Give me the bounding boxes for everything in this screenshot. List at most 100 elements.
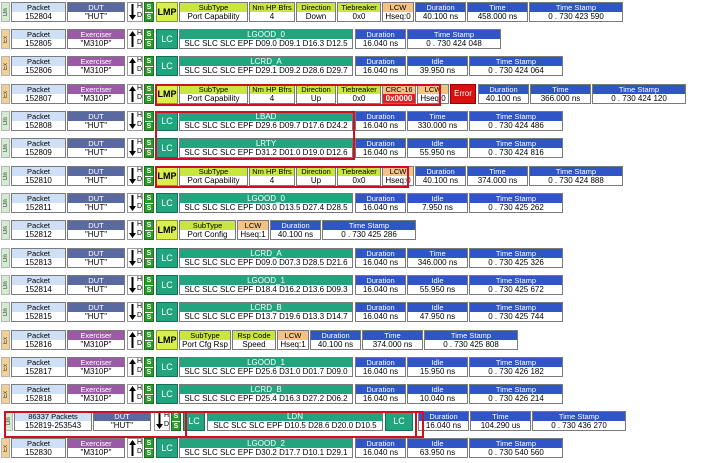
direction-tag-text: Dn: [3, 254, 9, 262]
packet-row[interactable]: Ex Packet 152818 Exerciser "M310P" H D S S LC LCRD…: [0, 384, 714, 404]
link-command-symbol-value: SLC SLC SLC EPF D13.7 D19.6 D13.3 D14.7: [180, 312, 352, 321]
lc-block[interactable]: LC: [183, 411, 205, 431]
packet-row[interactable]: Ex Packet 152807 Exerciser "M310P" H D S S LMP Sub…: [0, 84, 714, 104]
packet-number[interactable]: Packet 152806: [11, 56, 66, 76]
lmp-block[interactable]: LMP: [156, 84, 178, 104]
lc-block[interactable]: LC: [156, 56, 178, 76]
direction-tag: Dn: [1, 302, 10, 322]
packet-row[interactable]: Ex Packet 152830 Exerciser "M310P" H D S S LC LGOO…: [0, 438, 714, 458]
lmp-block[interactable]: LMP: [156, 2, 178, 22]
time-duration-value: 16.040 ns: [356, 394, 405, 403]
data-flag: D: [137, 340, 143, 347]
lc-block[interactable]: LC: [156, 29, 178, 49]
lc-block[interactable]: LC: [156, 111, 178, 131]
device-cell-value: "HUT": [68, 230, 124, 239]
lmp-direction-label: Direction: [297, 85, 335, 94]
packet-row[interactable]: Ex Packet 152817 Exerciser "M310P" H D S S LC LGOO…: [0, 357, 714, 377]
lmp-subtype: SubType Port Capability: [179, 166, 248, 186]
time-duration-value: 16.040 ns: [356, 121, 405, 130]
packet-number[interactable]: Packet 152805: [11, 29, 66, 49]
link-command-symbol[interactable]: LGOOD_0 SLC SLC SLC EPF D03.0 D13.5 D27.4…: [179, 193, 353, 213]
status-s-top: S: [145, 249, 153, 259]
lmp-block[interactable]: LMP: [156, 330, 178, 350]
time-time-stamp-label: Time Stamp: [425, 331, 517, 340]
link-command-symbol[interactable]: LCRD_A SLC SLC SLC EPF D09.0 D07.3 D28.5 …: [179, 248, 353, 268]
packet-row[interactable]: Dn Packet 152814 DUT "HUT" H D S S LC LGOOD_1 SLC S…: [0, 275, 714, 295]
packet-row[interactable]: Dn 86337 Packets 152819-253543 DUT "HUT" H D S S…: [0, 411, 714, 431]
lc-block[interactable]: LC: [156, 193, 178, 213]
device-cell-label: DUT: [68, 249, 124, 258]
lc-block[interactable]: LC: [156, 302, 178, 322]
lc-block[interactable]: LC: [156, 438, 178, 458]
arrow-down-icon: [129, 4, 136, 20]
lc-block[interactable]: LC: [156, 138, 178, 158]
packet-number-label: 86337 Packets: [15, 412, 91, 421]
lmp-tiebreaker-value: 0x0: [338, 12, 380, 21]
packet-row[interactable]: Dn Packet 152813 DUT "HUT" H D S S LC LCRD_A SLC SL…: [0, 248, 714, 268]
device-cell-value: "HUT": [68, 312, 124, 321]
packet-row[interactable]: Dn Packet 152809 DUT "HUT" H D S S LC LRTY SLC SLC …: [0, 138, 714, 158]
error-badge[interactable]: Error: [450, 84, 476, 104]
crc-field: CRC-16 0x0000: [382, 84, 416, 104]
link-command-symbol[interactable]: LCRD_A SLC SLC SLC EPF D29.1 D09.2 D28.6 …: [179, 56, 353, 76]
packet-number[interactable]: Packet 152813: [11, 248, 66, 268]
packet-number[interactable]: Packet 152830: [11, 438, 66, 458]
link-command-symbol[interactable]: LGOOD_0 SLC SLC SLC EPF D09.0 D09.1 D16.3…: [179, 29, 353, 49]
lc-block[interactable]: LC: [156, 357, 178, 377]
link-command-symbol[interactable]: LGOOD_1 SLC SLC SLC EPF D18.4 D16.2 D13.6…: [179, 275, 353, 295]
lcw-field-label: LCW: [418, 85, 448, 94]
lc-block[interactable]: LC: [156, 248, 178, 268]
packet-number-value: 152816: [12, 340, 65, 349]
link-command-symbol[interactable]: LRTY SLC SLC SLC EPF D31.2 D01.0 D19.0 D1…: [179, 138, 353, 158]
lmp-block[interactable]: LMP: [156, 166, 178, 186]
lmp-block[interactable]: LMP: [156, 220, 178, 240]
link-direction-cell: HD: [154, 411, 170, 431]
packet-row[interactable]: Ex Packet 152805 Exerciser "M310P" H D S S LC LGOO…: [0, 29, 714, 49]
device-cell-label: DUT: [68, 194, 124, 203]
lmp-subtype-label: SubType: [180, 3, 247, 12]
device-cell-value: "HUT": [68, 176, 124, 185]
link-command-symbol[interactable]: LGOOD_1 SLC SLC SLC EPF D25.6 D31.0 D01.7…: [179, 357, 353, 377]
lmp-tiebreaker-label: Tiebreaker: [338, 85, 380, 94]
packet-number[interactable]: Packet 152808: [11, 111, 66, 131]
link-command-symbol[interactable]: LDN SLC SLC SLC EPF D10.5 D28.6 D20.0 D10…: [207, 411, 383, 431]
packet-number[interactable]: Packet 152816: [11, 330, 66, 350]
packet-row[interactable]: Dn Packet 152811 DUT "HUT" H D S S LC LGOOD_0 SLC S…: [0, 193, 714, 213]
link-command-symbol[interactable]: LCRD_B SLC SLC SLC EPF D25.4 D16.3 D27.2 …: [179, 384, 353, 404]
packet-row[interactable]: Ex Packet 152806 Exerciser "M310P" H D S S LC LCRD…: [0, 56, 714, 76]
packet-number[interactable]: Packet 152804: [11, 2, 66, 22]
packet-number[interactable]: Packet 152812: [11, 220, 66, 240]
packet-number[interactable]: Packet 152811: [11, 193, 66, 213]
time-duration-value: 16.040 ns: [356, 285, 405, 294]
packet-number[interactable]: Packet 152818: [11, 384, 66, 404]
arrow-up-icon: [129, 386, 136, 402]
link-command-symbol[interactable]: LGOOD_2 SLC SLC SLC EPF D30.2 D17.7 D10.1…: [179, 438, 353, 458]
lc-block[interactable]: LC: [156, 275, 178, 295]
lmp-subtype-value: Port Capability: [180, 94, 247, 103]
packet-row[interactable]: Ex Packet 152816 Exerciser "M310P" H D S S LMP Sub…: [0, 330, 714, 350]
device-cell-label: Exerciser: [68, 30, 124, 39]
packet-number[interactable]: Packet 152815: [11, 302, 66, 322]
packet-row[interactable]: Dn Packet 152808 DUT "HUT" H D S S LC LBAD SLC SLC …: [0, 111, 714, 131]
symbol-status-cell: SS: [144, 2, 154, 22]
lc-block-end[interactable]: LC: [385, 411, 413, 431]
packet-number[interactable]: Packet 152814: [11, 275, 66, 295]
direction-tag-text: Dn: [3, 199, 9, 207]
link-command-symbol[interactable]: LBAD SLC SLC SLC EPF D29.6 D09.7 D17.6 D2…: [179, 111, 353, 131]
packet-row[interactable]: Dn Packet 152812 DUT "HUT" H D S S LMP SubType Port…: [0, 220, 714, 240]
packet-number[interactable]: Packet 152810: [11, 166, 66, 186]
packet-number[interactable]: Packet 152817: [11, 357, 66, 377]
packet-number[interactable]: 86337 Packets 152819-253543: [14, 411, 92, 431]
packet-row[interactable]: Dn Packet 152815 DUT "HUT" H D S S LC LCRD_B SLC SL…: [0, 302, 714, 322]
packet-row[interactable]: Dn Packet 152810 DUT "HUT" H D S S LMP SubType Port…: [0, 166, 714, 186]
lc-block[interactable]: LC: [156, 384, 178, 404]
link-command-symbol[interactable]: LCRD_B SLC SLC SLC EPF D13.7 D19.6 D13.3 …: [179, 302, 353, 322]
packet-row[interactable]: Dn Packet 152804 DUT "HUT" H D S S LMP SubType Port…: [0, 2, 714, 22]
status-s-bottom: S: [145, 286, 153, 294]
status-s-bottom: S: [172, 422, 180, 430]
packet-number[interactable]: Packet 152807: [11, 84, 66, 104]
time-idle-label: Idle: [408, 276, 467, 285]
time-time-stamp-value: 0 . 730 424 048: [408, 39, 500, 48]
packet-number[interactable]: Packet 152809: [11, 138, 66, 158]
lmp-subtype: SubType Port Capability: [179, 84, 248, 104]
